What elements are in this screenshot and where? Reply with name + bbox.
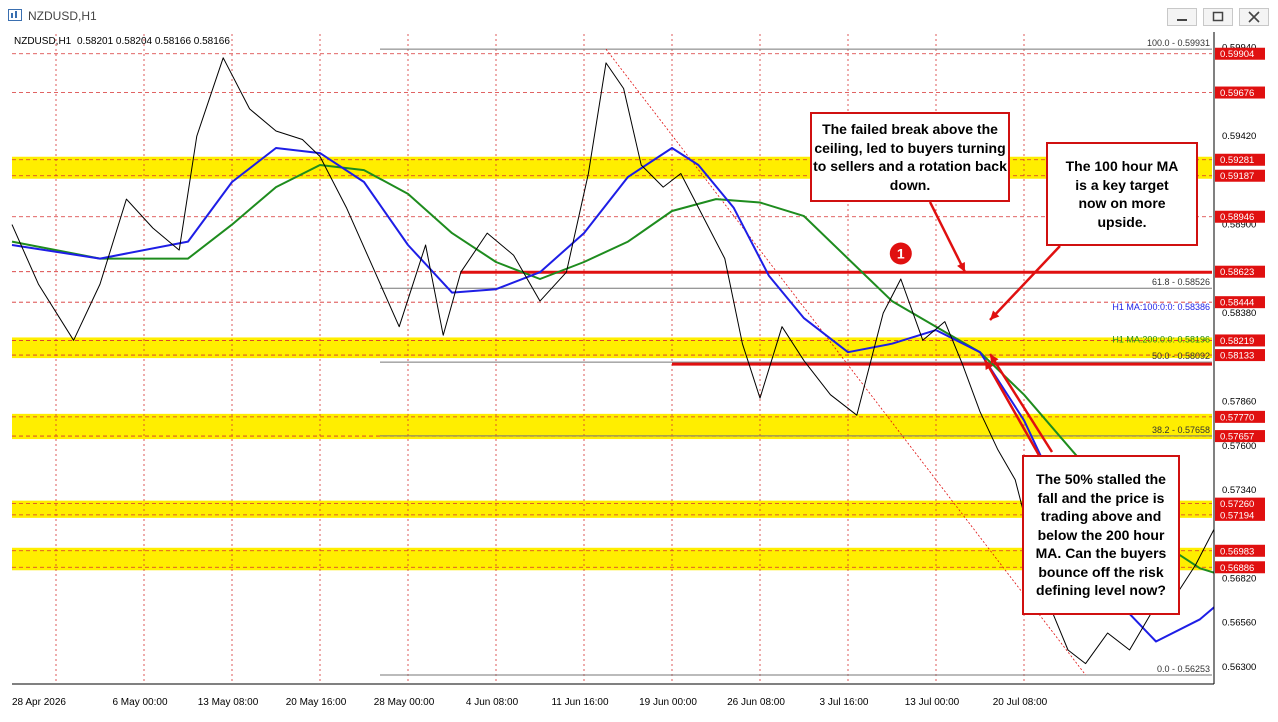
time-axis-tick-label: 26 Jun 08:00 <box>727 697 785 708</box>
window-titlebar[interactable]: NZDUSD,H1 <box>0 0 1278 33</box>
callout-failed-break-text: The failed break above the ceiling, led … <box>813 121 1007 193</box>
price-axis-tick-label: 0.59420 <box>1222 131 1256 142</box>
price-axis-tick-label: 0.56300 <box>1222 662 1256 673</box>
time-axis-tick-label: 28 May 00:00 <box>374 697 435 708</box>
price-level-label: 0.59676 <box>1220 88 1254 99</box>
time-axis-tick-label: 4 Jun 08:00 <box>466 697 519 708</box>
price-level-label: 0.56886 <box>1220 563 1254 574</box>
price-level-label: 0.58444 <box>1220 298 1254 309</box>
fib-level-label: 38.2 - 0.57658 <box>1152 425 1210 435</box>
callout-100-hour-ma-text: The 100 hour MA is a key target now on m… <box>1065 158 1179 230</box>
minimize-icon <box>1177 19 1187 21</box>
time-axis-tick-label: 13 Jul 00:00 <box>905 697 960 708</box>
maximize-button[interactable] <box>1203 8 1233 26</box>
time-axis-tick-label: 20 Jul 08:00 <box>993 697 1048 708</box>
ma-label: H1 MA:200:0:0: 0.58196 <box>1112 334 1210 344</box>
time-axis-tick-label: 20 May 16:00 <box>286 697 347 708</box>
price-level-label: 0.58219 <box>1220 336 1254 347</box>
callout-50-percent-text: The 50% stalled the fall and the price i… <box>1035 471 1167 599</box>
price-axis-tick-label: 0.58380 <box>1222 308 1256 319</box>
chart-background <box>0 32 1278 722</box>
price-level-label: 0.57770 <box>1220 412 1254 423</box>
ohlc-values: 0.58201 0.58204 0.58166 0.58166 <box>77 36 230 47</box>
chart-window-icon <box>8 9 22 21</box>
ma-label: H1 MA:100:0:0: 0.58386 <box>1112 302 1210 312</box>
time-axis-tick-label: 3 Jul 16:00 <box>820 697 869 708</box>
marker-label-1: 1 <box>897 246 905 262</box>
symbol-label: NZDUSD,H1 <box>14 36 72 47</box>
price-axis-tick-label: 0.57860 <box>1222 397 1256 408</box>
time-axis-tick-label: 11 Jun 16:00 <box>551 697 609 708</box>
close-icon <box>1248 11 1260 23</box>
price-level-label: 0.57194 <box>1220 510 1254 521</box>
price-level-label: 0.59187 <box>1220 171 1254 182</box>
chart-window: NZDUSD,H1 100.0 - 0.59931 61.8 - 0.58526 5… <box>0 0 1278 722</box>
price-chart[interactable]: 100.0 - 0.59931 61.8 - 0.58526 50.0 - 0.58… <box>0 32 1278 722</box>
price-level-label: 0.57657 <box>1220 432 1254 443</box>
fib-level-label: 50.0 - 0.58092 <box>1152 351 1210 361</box>
minimize-button[interactable] <box>1167 8 1197 26</box>
yellow-zone-1 <box>12 337 1212 359</box>
callout-50-percent: The 50% stalled the fall and the price i… <box>1022 455 1180 615</box>
price-level-label: 0.56983 <box>1220 546 1254 557</box>
time-axis-tick-label: 28 Apr 2026 <box>12 697 66 708</box>
fib-level-label: 100.0 - 0.59931 <box>1147 38 1210 48</box>
time-axis-tick-label: 6 May 00:00 <box>112 697 167 708</box>
price-level-label: 0.59904 <box>1220 49 1254 60</box>
price-axis-tick-label: 0.57340 <box>1222 485 1256 496</box>
time-axis-tick-label: 13 May 08:00 <box>198 697 259 708</box>
price-level-label: 0.58133 <box>1220 351 1254 362</box>
price-axis-tick-label: 0.56820 <box>1222 574 1256 585</box>
callout-100-hour-ma: The 100 hour MA is a key target now on m… <box>1046 142 1198 246</box>
callout-failed-break: The failed break above the ceiling, led … <box>810 112 1010 202</box>
fib-level-label: 0.0 - 0.56253 <box>1157 664 1210 674</box>
window-title: NZDUSD,H1 <box>28 9 97 23</box>
time-axis-tick-label: 19 Jun 00:00 <box>639 697 697 708</box>
price-level-label: 0.58623 <box>1220 267 1254 278</box>
price-level-label: 0.58946 <box>1220 212 1254 223</box>
price-level-label: 0.57260 <box>1220 499 1254 510</box>
close-button[interactable] <box>1239 8 1269 26</box>
fib-level-label: 61.8 - 0.58526 <box>1152 277 1210 287</box>
price-level-label: 0.59281 <box>1220 155 1254 166</box>
maximize-icon <box>1212 11 1224 22</box>
price-axis-tick-label: 0.56560 <box>1222 618 1256 629</box>
